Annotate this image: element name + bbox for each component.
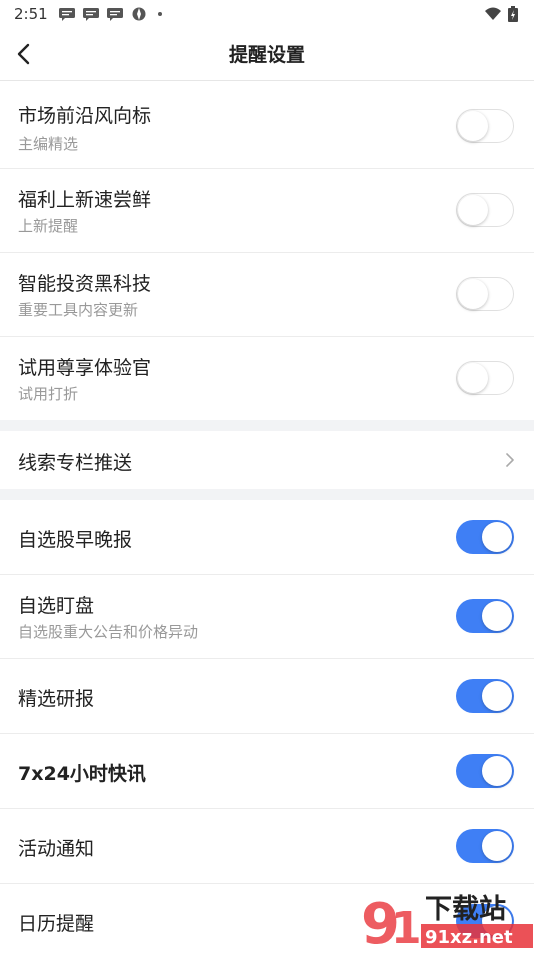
nav-bar: 提醒设置 xyxy=(0,28,534,81)
toggle-knob xyxy=(458,279,488,309)
setting-row: 精选研报 xyxy=(0,659,534,734)
setting-label: 7x24小时快讯 xyxy=(18,763,146,785)
watermark-title: 下载站 xyxy=(425,894,506,925)
setting-label: 日历提醒 xyxy=(18,913,95,935)
setting-label: 市场前沿风向标 xyxy=(18,105,152,127)
setting-label: 精选研报 xyxy=(18,688,95,710)
setting-description: 自选股重大公告和价格异动 xyxy=(18,623,199,641)
toggle-knob xyxy=(458,111,488,141)
toggle-switch[interactable] xyxy=(456,520,514,554)
watermark-logo: 9 1 下载站 91xz.net xyxy=(359,888,534,954)
setting-label: 试用尊享体验官 xyxy=(18,357,152,379)
system-icons xyxy=(484,6,518,22)
setting-row: 活动通知 xyxy=(0,809,534,884)
toggle-switch[interactable] xyxy=(456,361,514,395)
setting-label: 线索专栏推送 xyxy=(18,452,133,474)
section-divider xyxy=(0,420,534,431)
watermark-domain: 91xz.net xyxy=(425,927,513,948)
section-divider xyxy=(0,489,534,500)
toggle-knob xyxy=(482,522,512,552)
battery-icon xyxy=(508,6,518,22)
toggle-knob xyxy=(482,681,512,711)
status-time: 2:51 xyxy=(14,5,48,23)
setting-row: 7x24小时快讯 xyxy=(0,734,534,809)
toggle-knob xyxy=(482,601,512,631)
notification-icons xyxy=(58,7,172,21)
setting-row: 福利上新速尝鲜 上新提醒 xyxy=(0,169,534,253)
app-icon xyxy=(132,7,146,21)
setting-label: 福利上新速尝鲜 xyxy=(18,189,152,211)
setting-row: 自选股早晚报 xyxy=(0,500,534,575)
toggle-switch[interactable] xyxy=(456,109,514,143)
setting-label: 智能投资黑科技 xyxy=(18,273,152,295)
status-bar: 2:51 xyxy=(0,0,534,28)
toggle-switch[interactable] xyxy=(456,277,514,311)
setting-label: 活动通知 xyxy=(18,838,95,860)
setting-description: 试用打折 xyxy=(18,385,79,403)
toggle-switch[interactable] xyxy=(456,193,514,227)
toggle-knob xyxy=(482,756,512,786)
toggle-knob xyxy=(458,195,488,225)
chevron-right-icon xyxy=(506,453,514,467)
message-icon xyxy=(82,8,99,21)
toggle-switch[interactable] xyxy=(456,679,514,713)
setting-label: 自选盯盘 xyxy=(18,595,95,617)
setting-row: 试用尊享体验官 试用打折 xyxy=(0,337,534,420)
setting-description: 重要工具内容更新 xyxy=(18,301,139,319)
svg-text:1: 1 xyxy=(391,903,422,950)
setting-row: 市场前沿风向标 主编精选 xyxy=(0,81,534,169)
toggle-knob xyxy=(458,363,488,393)
setting-label: 自选股早晚报 xyxy=(18,529,133,551)
message-icon xyxy=(58,8,75,21)
message-icon xyxy=(106,8,123,21)
wifi-icon xyxy=(485,7,501,20)
setting-description: 主编精选 xyxy=(18,135,79,153)
page-title: 提醒设置 xyxy=(228,44,305,66)
toggle-switch[interactable] xyxy=(456,829,514,863)
setting-description: 上新提醒 xyxy=(18,217,79,235)
watermark-graphic: 9 1 下载站 91xz.net xyxy=(361,892,533,954)
toggle-switch[interactable] xyxy=(456,599,514,633)
toggle-knob xyxy=(482,831,512,861)
setting-row: 自选盯盘 自选股重大公告和价格异动 xyxy=(0,575,534,659)
dot-icon xyxy=(157,12,162,16)
column-push-row[interactable]: 线索专栏推送 xyxy=(0,431,534,489)
setting-row: 智能投资黑科技 重要工具内容更新 xyxy=(0,253,534,337)
toggle-switch[interactable] xyxy=(456,754,514,788)
